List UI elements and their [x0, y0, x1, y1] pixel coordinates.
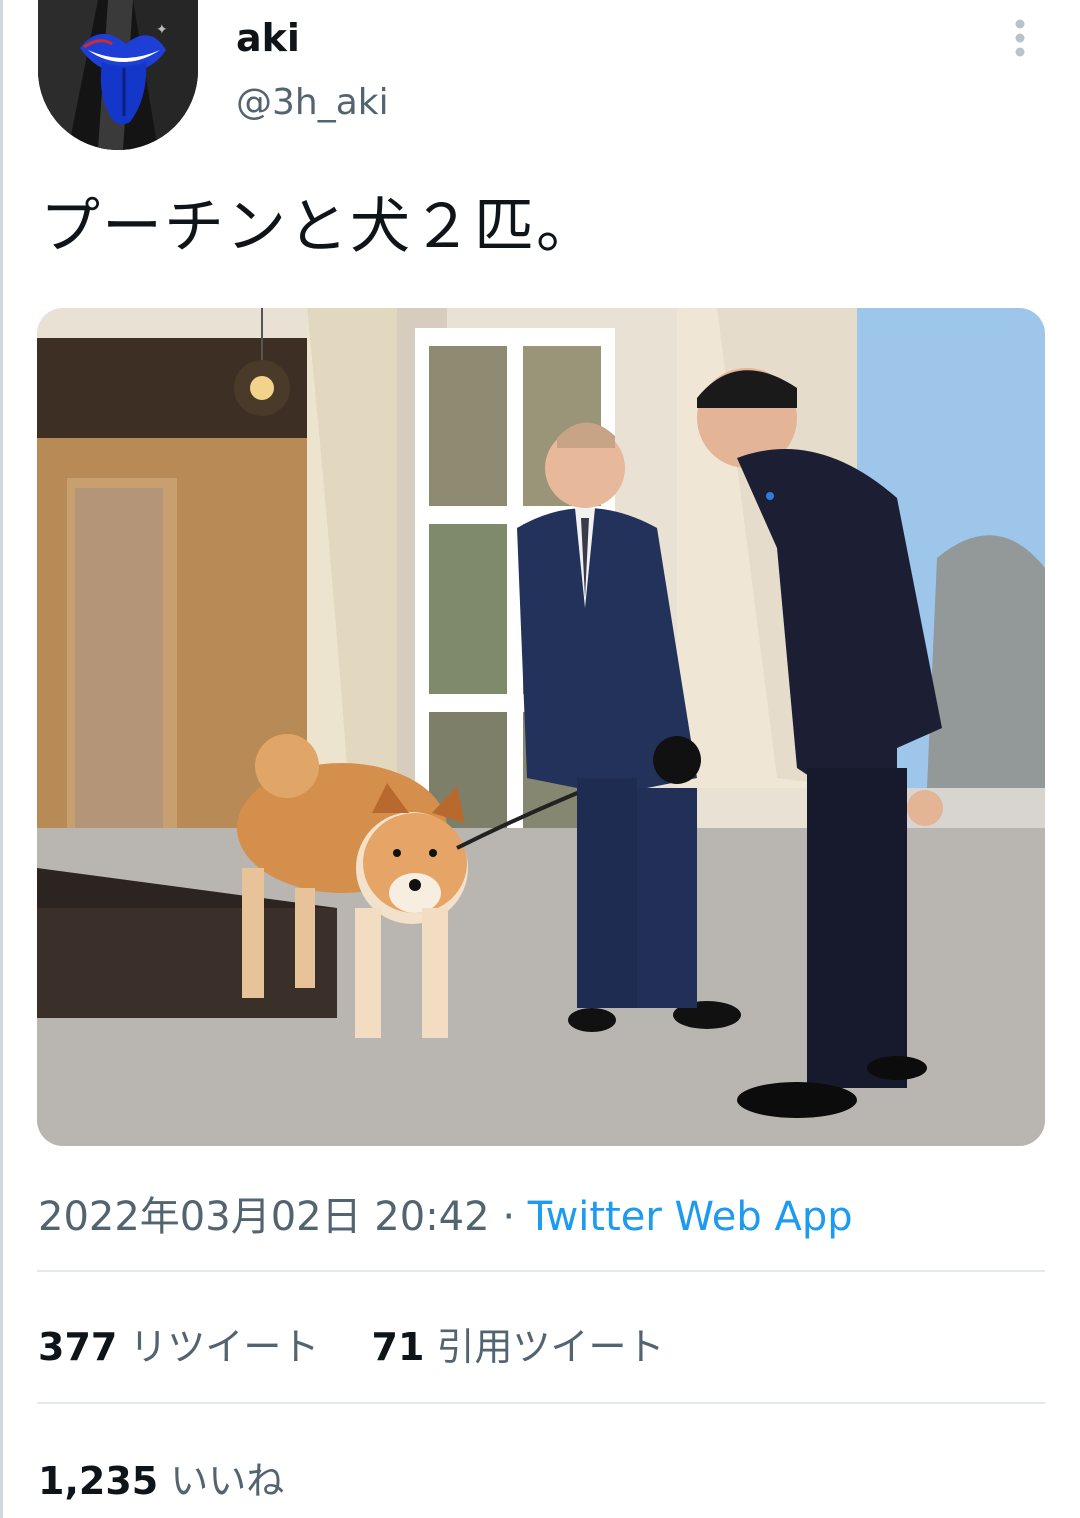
stats-row-retweets: 377 リツイート 71 引用ツイート: [38, 1316, 665, 1371]
user-handle[interactable]: @3h_aki: [236, 82, 389, 123]
quotes-stat[interactable]: 71 引用ツイート: [372, 1316, 665, 1371]
divider: [37, 1270, 1045, 1272]
meta-separator: ·: [502, 1194, 516, 1240]
photo-scene: [37, 308, 1045, 1146]
avatar-image: ✦: [38, 0, 198, 150]
quotes-label: 引用ツイート: [436, 1325, 665, 1369]
retweets-label: リツイート: [129, 1325, 320, 1369]
svg-text:✦: ✦: [156, 22, 168, 38]
likes-stat[interactable]: 1,235 いいね: [38, 1450, 284, 1505]
timestamp[interactable]: 2022年03月02日 20:42: [38, 1194, 490, 1240]
divider: [37, 1402, 1045, 1404]
retweets-stat[interactable]: 377 リツイート: [38, 1316, 319, 1371]
source-link[interactable]: Twitter Web App: [528, 1194, 853, 1240]
more-options-button[interactable]: [996, 14, 1044, 62]
left-border: [0, 0, 3, 1518]
tweet-text: プーチンと犬２匹。: [40, 192, 598, 262]
likes-count: 1,235: [38, 1459, 159, 1503]
tweet-header: ✦ aki @3h_aki: [0, 0, 1080, 160]
tweet-photo[interactable]: [37, 308, 1045, 1146]
display-name[interactable]: aki: [236, 16, 300, 60]
stats-row-likes: 1,235 いいね: [38, 1450, 284, 1505]
tweet-meta: 2022年03月02日 20:42 · Twitter Web App: [38, 1184, 853, 1242]
avatar[interactable]: ✦: [38, 0, 198, 150]
more-vertical-icon: [1015, 19, 1025, 57]
quotes-count: 71: [371, 1325, 425, 1369]
retweets-count: 377: [38, 1325, 118, 1369]
likes-label: いいね: [170, 1459, 285, 1503]
